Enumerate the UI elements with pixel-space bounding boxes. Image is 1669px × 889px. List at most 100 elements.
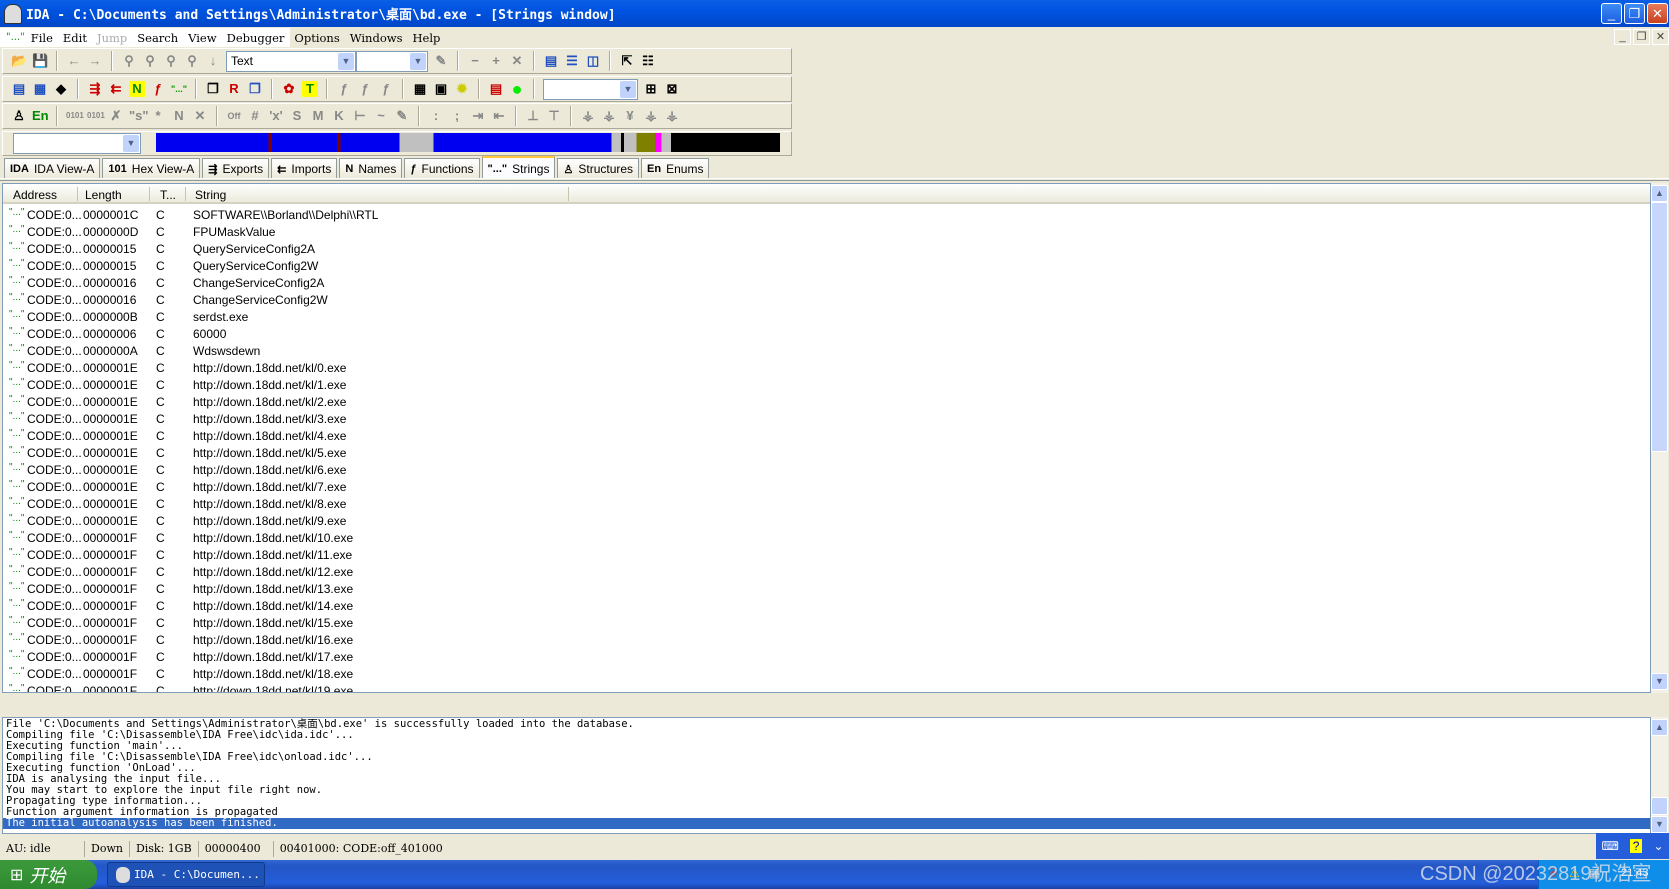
restore-button[interactable]: ❐ (1624, 3, 1645, 24)
signatures-icon[interactable]: ✿ (281, 81, 297, 97)
calculator-icon[interactable]: ▦ (412, 81, 428, 97)
table-row[interactable]: "..." CODE:0... 0000001F Chttp://down.18dd.… (3, 530, 1650, 547)
address-combo[interactable]: ▼ (13, 133, 141, 154)
table-row[interactable]: "..." CODE:0... 0000001E Chttp://down.18dd.… (3, 411, 1650, 428)
scroll-thumb[interactable] (1651, 797, 1668, 815)
mdi-restore-button[interactable]: ❐ (1633, 29, 1650, 45)
table-row[interactable]: "..." CODE:0... 0000001E Chttp://down.18dd.… (3, 360, 1650, 377)
table-row[interactable]: "..." CODE:0... 0000000B Cserdst.exe (3, 309, 1650, 326)
open-icon[interactable]: 📂 (11, 53, 27, 69)
chevron-down-icon[interactable]: ▼ (620, 80, 636, 98)
debugger-icon[interactable]: ▣ (433, 81, 449, 97)
table-row[interactable]: "..." CODE:0... 0000001C C SOFTWARE\\Borland… (3, 207, 1650, 224)
table-row[interactable]: "..." CODE:0... 0000001E Chttp://down.18dd.… (3, 445, 1650, 462)
menu-file[interactable]: File (31, 31, 53, 45)
table-row[interactable]: "..." CODE:0... 0000001F Chttp://down.18dd.… (3, 649, 1650, 666)
chevron-down-icon[interactable]: ▼ (123, 135, 139, 152)
hide-icon[interactable]: ⇥ (470, 108, 486, 124)
segment-combo-2[interactable]: ▼ (356, 50, 428, 72)
table-row[interactable]: "..." CODE:0... 0000001E Chttp://down.18dd.… (3, 496, 1650, 513)
menu-edit[interactable]: Edit (63, 31, 87, 45)
search-binoculars-icon[interactable]: ⚲ (121, 53, 137, 69)
debugger-combo[interactable]: ▼ (543, 78, 638, 100)
function-icon[interactable]: ƒ (336, 81, 352, 97)
scroll-up-button[interactable]: ▲ (1651, 719, 1668, 736)
number-icon[interactable]: # (247, 108, 263, 124)
functions-icon[interactable]: ƒ (150, 81, 166, 97)
search-next-icon[interactable]: ⚲ (142, 53, 158, 69)
navigation-band[interactable] (156, 133, 780, 152)
undefine-icon[interactable]: ✗ (108, 108, 124, 124)
enum-member-icon[interactable]: M (310, 108, 326, 124)
selectors-icon[interactable]: ❐ (247, 81, 263, 97)
output-window[interactable]: File 'C:\Documents and Settings\Administ… (2, 717, 1651, 834)
xrefs-to-icon[interactable]: ⊥ (525, 108, 541, 124)
chevron-down-icon[interactable]: ▼ (338, 52, 354, 70)
column-header-type[interactable]: T... (160, 188, 176, 202)
table-row[interactable]: "..." CODE:0... 0000001E Chttp://down.18dd.… (3, 428, 1650, 445)
attach-icon[interactable]: ⊞ (643, 81, 659, 97)
menu-search[interactable]: Search (137, 31, 178, 45)
table-row[interactable]: "..." CODE:0... 0000000D C FPUMaskValue (3, 224, 1650, 241)
type-libraries-icon[interactable]: T (302, 81, 318, 97)
search-text-icon[interactable]: ⚲ (184, 53, 200, 69)
flow-chart-icon[interactable]: ⚶ (580, 108, 596, 124)
save-icon[interactable]: 💾 (32, 53, 48, 69)
chart-icon[interactable]: ⚶ (664, 108, 680, 124)
scroll-down-button[interactable]: ▼ (1651, 816, 1668, 833)
segments-icon[interactable]: ❐ (205, 81, 221, 97)
table-row[interactable]: "..." CODE:0... 0000001E Chttp://down.18dd.… (3, 394, 1650, 411)
enums-icon[interactable]: En (32, 108, 49, 124)
table-row[interactable]: "..." CODE:0... 00000016 C ChangeServiceConf… (3, 275, 1650, 292)
tile-vertical-icon[interactable]: ◫ (585, 53, 601, 69)
jump-icon[interactable]: ⇱ (619, 53, 635, 69)
table-row[interactable]: "..." CODE:0... 00000015 C QueryServiceConfi… (3, 241, 1650, 258)
menu-help[interactable]: Help (412, 31, 440, 45)
strings-icon[interactable]: "..." (171, 81, 187, 97)
search-binary-icon[interactable]: ⚲ (163, 53, 179, 69)
langbar-menu-icon[interactable]: ⌄ (1653, 839, 1663, 853)
comment-icon[interactable]: : (428, 108, 444, 124)
edit-icon[interactable]: ✎ (433, 53, 449, 69)
xrefs-from-icon[interactable]: ⊤ (546, 108, 562, 124)
char-icon[interactable]: 'x' (268, 108, 284, 124)
table-row[interactable]: "..." CODE:0... 0000001F Chttp://down.18dd.… (3, 632, 1650, 649)
chevron-down-icon[interactable]: ▼ (410, 52, 426, 70)
menu-windows[interactable]: Windows (350, 31, 403, 45)
xref-chart-icon[interactable]: ¥ (622, 108, 638, 124)
list-scrollbar[interactable]: ▲ ▼ (1651, 183, 1668, 693)
exports-icon[interactable]: ⇶ (87, 81, 103, 97)
collapse-icon[interactable]: − (467, 53, 483, 69)
tab-hex-view-a[interactable]: 101 Hex View-A (102, 158, 201, 179)
segment-type-combo[interactable]: Text ▼ (226, 50, 356, 72)
stack-var-icon[interactable]: K (331, 108, 347, 124)
repeatable-comment-icon[interactable]: ; (449, 108, 465, 124)
notes-icon[interactable]: ▤ (488, 81, 504, 97)
code-icon[interactable]: 0101 (66, 108, 84, 124)
expand-icon[interactable]: + (488, 53, 504, 69)
mdi-minimize-button[interactable]: _ (1614, 29, 1631, 45)
string-icon[interactable]: "s" (129, 108, 149, 124)
table-row[interactable]: "..." CODE:0... 0000001F Chttp://down.18dd.… (3, 547, 1650, 564)
mdi-close-button[interactable]: ✕ (1652, 29, 1669, 45)
scroll-up-button[interactable]: ▲ (1651, 185, 1668, 202)
call-graph-icon[interactable]: ⚶ (601, 108, 617, 124)
table-row[interactable]: "..." CODE:0... 00000015 C QueryServiceConfi… (3, 258, 1650, 275)
segment-icon[interactable]: S (289, 108, 305, 124)
forward-icon[interactable]: → (87, 53, 103, 69)
ida-view-icon[interactable]: ▤ (11, 81, 27, 97)
clear-icon[interactable]: ✕ (192, 108, 208, 124)
tab-structures[interactable]: ♙ Structures (557, 158, 640, 179)
manual-icon[interactable]: ✎ (394, 108, 410, 124)
table-row[interactable]: "..." CODE:0... 00000016 C ChangeServiceConf… (3, 292, 1650, 309)
keyboard-icon[interactable]: ⌨ (1601, 839, 1618, 853)
taskbar-ida-button[interactable]: IDA - C:\Documen... (107, 862, 265, 887)
scroll-thumb[interactable] (1651, 202, 1668, 452)
menu-options[interactable]: Options (294, 31, 339, 45)
name-icon[interactable]: N (171, 108, 187, 124)
start-button[interactable]: ⊞ 开始 (0, 860, 97, 889)
tab-functions[interactable]: ƒ Functions (404, 158, 480, 179)
table-row[interactable]: "..." CODE:0... 0000001F Chttp://down.18dd.… (3, 581, 1650, 598)
table-row[interactable]: "..." CODE:0... 0000001E Chttp://down.18dd.… (3, 479, 1650, 496)
table-row[interactable]: "..." CODE:0... 0000001F Chttp://down.18dd.… (3, 666, 1650, 683)
